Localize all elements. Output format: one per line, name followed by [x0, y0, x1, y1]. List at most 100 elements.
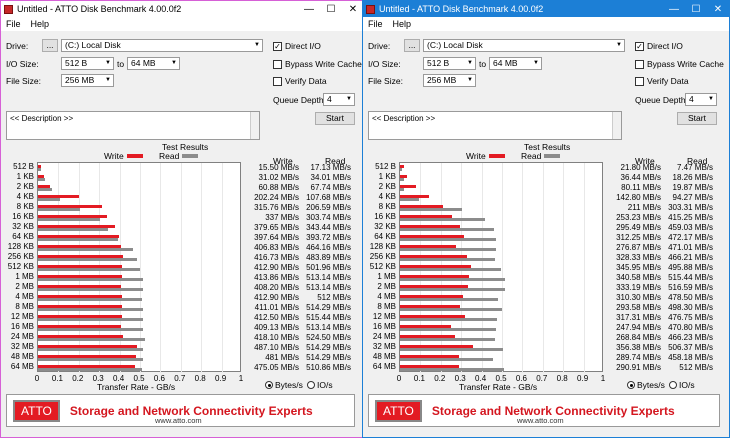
verify-data-checkbox[interactable]: Verify Data [273, 76, 327, 86]
minimize-button[interactable]: — [663, 1, 685, 17]
drive-select[interactable]: (C:) Local Disk ▼ [61, 39, 263, 52]
read-bar [400, 218, 485, 221]
read-bar [400, 238, 497, 241]
read-bar [400, 228, 494, 231]
read-bar [400, 358, 494, 361]
checkbox-box[interactable]: ✓ [635, 41, 644, 51]
maximize-button[interactable]: ☐ [685, 1, 707, 17]
benchmark-window-right: Untitled - ATTO Disk Benchmark 4.00.0f2 —… [362, 0, 730, 438]
io-size-label: I/O Size: [368, 59, 401, 69]
checkbox-box[interactable] [635, 59, 644, 69]
write-value: 412.90 MB/s [254, 293, 299, 302]
io-per-sec-radio[interactable]: IO/s [669, 380, 695, 390]
read-bar [400, 258, 496, 261]
verify-data-checkbox[interactable]: Verify Data [635, 76, 689, 86]
scrollbar[interactable] [250, 112, 259, 139]
io-size-from-select[interactable]: 512 B ▼ [61, 57, 114, 70]
menu-item-file[interactable]: File [363, 19, 388, 29]
radio-label: IO/s [317, 380, 333, 390]
drive-label: Drive: [368, 41, 391, 51]
description-textarea[interactable]: << Description >> [6, 111, 260, 140]
write-value: 293.58 MB/s [616, 303, 661, 312]
radio-dot[interactable] [627, 381, 635, 389]
read-bar [38, 238, 119, 241]
queue-depth-select[interactable]: 4 ▼ [323, 93, 355, 106]
description-textarea[interactable]: << Description >> [368, 111, 622, 140]
io-size-from-select[interactable]: 512 B ▼ [423, 57, 476, 70]
browse-button[interactable]: ... [404, 39, 420, 52]
radio-dot[interactable] [265, 381, 273, 389]
checkbox-box[interactable] [635, 76, 644, 86]
banner-url[interactable]: www.atto.com [155, 416, 202, 425]
grid-line [542, 163, 544, 373]
row-label: 2 KB [16, 182, 34, 191]
legend-read-swatch [182, 154, 199, 158]
bypass-write-cache-checkbox[interactable]: Bypass Write Cache [635, 59, 724, 69]
write-value: 80.11 MB/s [621, 183, 661, 192]
banner-url[interactable]: www.atto.com [517, 416, 564, 425]
read-bar [400, 288, 506, 291]
minimize-button[interactable]: — [298, 1, 320, 17]
start-button[interactable]: Start [677, 112, 717, 125]
read-value: 495.88 MB/s [668, 263, 713, 272]
row-label: 32 MB [372, 342, 396, 351]
x-tick-label: 0.9 [577, 374, 589, 383]
atto-banner[interactable]: ATTO Storage and Network Connectivity Exp… [6, 394, 355, 427]
radio-dot[interactable] [307, 381, 315, 389]
close-button[interactable]: ✕ [342, 1, 364, 17]
read-bar [38, 298, 143, 301]
drive-select[interactable]: (C:) Local Disk ▼ [423, 39, 625, 52]
read-value: 94.27 MB/s [672, 193, 713, 202]
grid-line [180, 163, 182, 373]
checkbox-box[interactable]: ✓ [273, 41, 282, 51]
read-bar [38, 368, 143, 371]
legend-write-swatch [126, 154, 143, 158]
checkbox-label: Direct I/O [647, 41, 683, 51]
direct-io-checkbox[interactable]: ✓ Direct I/O [273, 41, 321, 51]
grid-line [563, 163, 565, 373]
bypass-write-cache-checkbox[interactable]: Bypass Write Cache [273, 59, 362, 69]
write-value: 337 MB/s [265, 213, 299, 222]
checkbox-label: Verify Data [285, 76, 327, 86]
write-value: 276.87 MB/s [616, 243, 661, 252]
file-size-select[interactable]: 256 MB ▼ [423, 74, 476, 87]
to-label: to [479, 59, 487, 69]
file-size-select[interactable]: 256 MB ▼ [61, 74, 114, 87]
radio-dot[interactable] [669, 381, 677, 389]
row-label: 64 KB [12, 232, 34, 241]
bytes-per-sec-radio[interactable]: Bytes/s [627, 380, 665, 390]
write-value: 211 MB/s [627, 203, 661, 212]
close-button[interactable]: ✕ [707, 1, 729, 17]
menu-item-help[interactable]: Help [26, 19, 55, 29]
read-bar [400, 298, 498, 301]
row-label: 16 KB [374, 212, 396, 221]
chart-plot-area [399, 162, 603, 373]
start-button[interactable]: Start [315, 112, 355, 125]
read-bar [38, 338, 145, 341]
io-size-to-select[interactable]: 64 MB ▼ [127, 57, 180, 70]
title-bar: Untitled - ATTO Disk Benchmark 4.00.0f2 —… [1, 1, 364, 17]
x-tick-label: 0.9 [215, 374, 227, 383]
maximize-button[interactable]: ☐ [320, 1, 342, 17]
radio-label: Bytes/s [275, 380, 303, 390]
browse-button[interactable]: ... [42, 39, 58, 52]
io-size-from-value: 512 B [427, 58, 450, 68]
write-value: 142.80 MB/s [616, 193, 661, 202]
queue-depth-select[interactable]: 4 ▼ [685, 93, 717, 106]
atto-banner[interactable]: ATTO Storage and Network Connectivity Exp… [368, 394, 720, 427]
menu-item-help[interactable]: Help [388, 19, 417, 29]
write-value: 253.23 MB/s [616, 213, 661, 222]
legend-write-swatch [488, 154, 505, 158]
row-label: 2 MB [377, 282, 396, 291]
menu-item-file[interactable]: File [1, 19, 26, 29]
checkbox-box[interactable] [273, 76, 282, 86]
queue-depth-label: Queue Depth: [273, 95, 326, 105]
checkbox-box[interactable] [273, 59, 282, 69]
app-icon [366, 4, 375, 14]
bytes-per-sec-radio[interactable]: Bytes/s [265, 380, 303, 390]
io-per-sec-radio[interactable]: IO/s [307, 380, 333, 390]
scrollbar[interactable] [612, 112, 621, 139]
io-size-to-select[interactable]: 64 MB ▼ [489, 57, 542, 70]
direct-io-checkbox[interactable]: ✓ Direct I/O [635, 41, 683, 51]
read-bar [400, 318, 498, 321]
